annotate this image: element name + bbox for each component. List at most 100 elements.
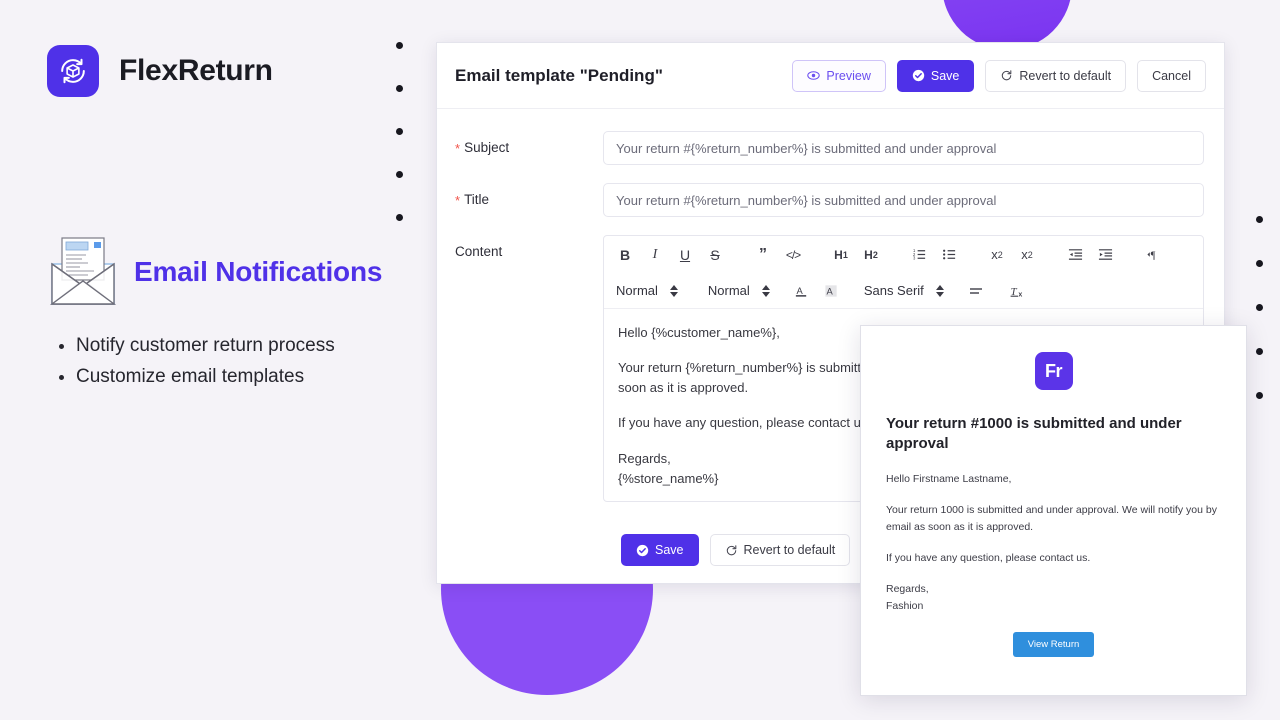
decorative-dot <box>1256 392 1263 399</box>
preview-signoff: Regards, Fashion <box>886 581 1221 615</box>
heading-2-icon[interactable]: H2 <box>858 242 884 268</box>
svg-text:A: A <box>797 285 804 295</box>
email-preview-popup: Fr Your return #1000 is submitted and un… <box>860 325 1247 696</box>
content-label: Content <box>455 244 503 259</box>
decorative-dot <box>1256 304 1263 311</box>
eye-icon <box>807 71 821 80</box>
clear-formatting-icon[interactable]: T x <box>1004 278 1030 304</box>
panel-header: Email template "Pending" Preview Save Re… <box>437 43 1224 109</box>
bold-icon[interactable]: B <box>612 242 638 268</box>
editor-regards: Regards, <box>618 450 671 466</box>
preview-greeting: Hello Firstname Lastname, <box>886 472 1012 485</box>
save-button-label: Save <box>930 68 960 83</box>
text-direction-icon[interactable]: ¶ <box>1140 242 1166 268</box>
title-label: Title <box>464 192 490 207</box>
heading-level-value: Normal <box>616 283 658 298</box>
heading-1-icon[interactable]: H1 <box>828 242 854 268</box>
blockquote-icon[interactable]: ” <box>750 242 776 268</box>
svg-text:¶: ¶ <box>1150 250 1155 261</box>
revert-arrow-icon <box>1002 70 1012 81</box>
subject-label: Subject <box>464 140 510 155</box>
font-family-select[interactable]: Sans Serif <box>860 278 948 304</box>
revert-arrow-icon <box>726 544 736 555</box>
font-size-select[interactable]: Normal <box>704 278 774 304</box>
chevron-updown-icon <box>761 284 770 297</box>
feature-bullet-list: Notify customer return process Customize… <box>42 330 432 393</box>
feature-bullet: Notify customer return process <box>76 330 432 361</box>
svg-text:A: A <box>827 286 834 296</box>
preview-button-label: Preview <box>826 68 871 83</box>
preview-paragraph-1: Your return 1000 is submitted and under … <box>886 503 1217 533</box>
save-button-header[interactable]: Save <box>896 59 975 92</box>
svg-text:3: 3 <box>912 256 915 261</box>
required-asterisk: * <box>455 141 461 156</box>
chevron-updown-icon <box>935 284 944 297</box>
font-size-value: Normal <box>707 283 750 298</box>
view-return-button[interactable]: View Return <box>1012 631 1095 657</box>
subject-label-wrap: * Subject <box>455 131 603 158</box>
page-title: Email template "Pending" <box>455 65 663 85</box>
feature-heading-row: Email Notifications <box>42 236 432 308</box>
title-label-wrap: * Title <box>455 183 603 210</box>
revert-to-default-button-footer[interactable]: Revert to default <box>709 534 851 566</box>
bullet-list-icon[interactable] <box>936 242 962 268</box>
required-asterisk: * <box>455 193 461 208</box>
text-color-icon[interactable]: A <box>789 278 815 304</box>
brand-lockup: FlexReturn <box>47 45 273 97</box>
editor-store-name: {%store_name%} <box>618 470 719 486</box>
cancel-button-label: Cancel <box>1152 68 1191 83</box>
indent-icon[interactable] <box>1092 242 1118 268</box>
revert-button-label: Revert to default <box>1019 68 1112 83</box>
strikethrough-icon[interactable]: S <box>702 242 728 268</box>
svg-text:x: x <box>1018 291 1022 298</box>
decorative-dot <box>1256 260 1263 267</box>
feature-bullet: Customize email templates <box>76 361 432 392</box>
subscript-icon[interactable]: x2 <box>984 242 1010 268</box>
cancel-button-header[interactable]: Cancel <box>1137 59 1206 92</box>
editor-toolbar-row-2: Normal Normal A A Sans Serif T x <box>604 273 1203 309</box>
preview-paragraph-2: If you have any question, please contact… <box>886 551 1091 564</box>
align-icon[interactable] <box>963 278 989 304</box>
background-color-icon[interactable]: A <box>819 278 845 304</box>
revert-to-default-button-header[interactable]: Revert to default <box>985 59 1127 92</box>
superscript-icon[interactable]: x2 <box>1014 242 1040 268</box>
italic-icon[interactable]: I <box>642 242 668 268</box>
heading-level-select[interactable]: Normal <box>612 278 682 304</box>
save-footer-label: Save <box>655 543 684 557</box>
preview-button[interactable]: Preview <box>792 59 886 92</box>
preview-logo-wrap: Fr <box>886 352 1221 390</box>
code-block-icon[interactable]: </> <box>780 242 806 268</box>
marketing-left-column: FlexReturn Email Notifications • Notify … <box>0 0 400 720</box>
title-row: * Title <box>455 183 1204 217</box>
underline-icon[interactable]: U <box>672 242 698 268</box>
store-logo: Fr <box>1034 352 1073 390</box>
feature-title: Email Notifications <box>134 256 383 287</box>
preview-cta-wrap: View Return <box>886 631 1221 657</box>
check-circle-icon <box>912 69 925 82</box>
box-refresh-icon <box>61 58 85 84</box>
subject-row: * Subject <box>455 131 1204 165</box>
check-circle-icon <box>636 544 649 556</box>
outdent-icon[interactable] <box>1062 242 1088 268</box>
title-input[interactable] <box>603 183 1204 217</box>
brand-name: FlexReturn <box>119 54 273 87</box>
editor-toolbar-row-1: B I U S ” </> H1 H2 1 2 3 x 2 x 2 ¶ <box>604 236 1203 273</box>
decorative-dot <box>1256 348 1263 355</box>
feature-block: Email Notifications Notify customer retu… <box>42 236 432 393</box>
save-button-footer[interactable]: Save <box>621 534 699 566</box>
open-envelope-letter-icon <box>49 237 117 305</box>
preview-email-title: Your return #1000 is submitted and under… <box>886 415 1182 452</box>
ordered-list-icon[interactable]: 1 2 3 <box>906 242 932 268</box>
preview-signature: Fashion <box>886 599 924 612</box>
content-label-wrap: Content <box>455 235 603 259</box>
decorative-dot <box>1256 216 1263 223</box>
font-family-value: Sans Serif <box>863 283 924 298</box>
panel-header-actions: Preview Save Revert to default Cancel <box>792 59 1206 92</box>
editor-body-line-1: Your return {%return_number%} is submitt <box>618 360 862 376</box>
editor-body-line-2: soon as it is approved. <box>618 380 749 396</box>
preview-regards: Regards, <box>886 582 929 595</box>
revert-footer-label: Revert to default <box>743 543 836 557</box>
flexreturn-logo <box>47 45 99 97</box>
subject-input[interactable] <box>603 131 1204 165</box>
chevron-updown-icon <box>669 284 678 297</box>
